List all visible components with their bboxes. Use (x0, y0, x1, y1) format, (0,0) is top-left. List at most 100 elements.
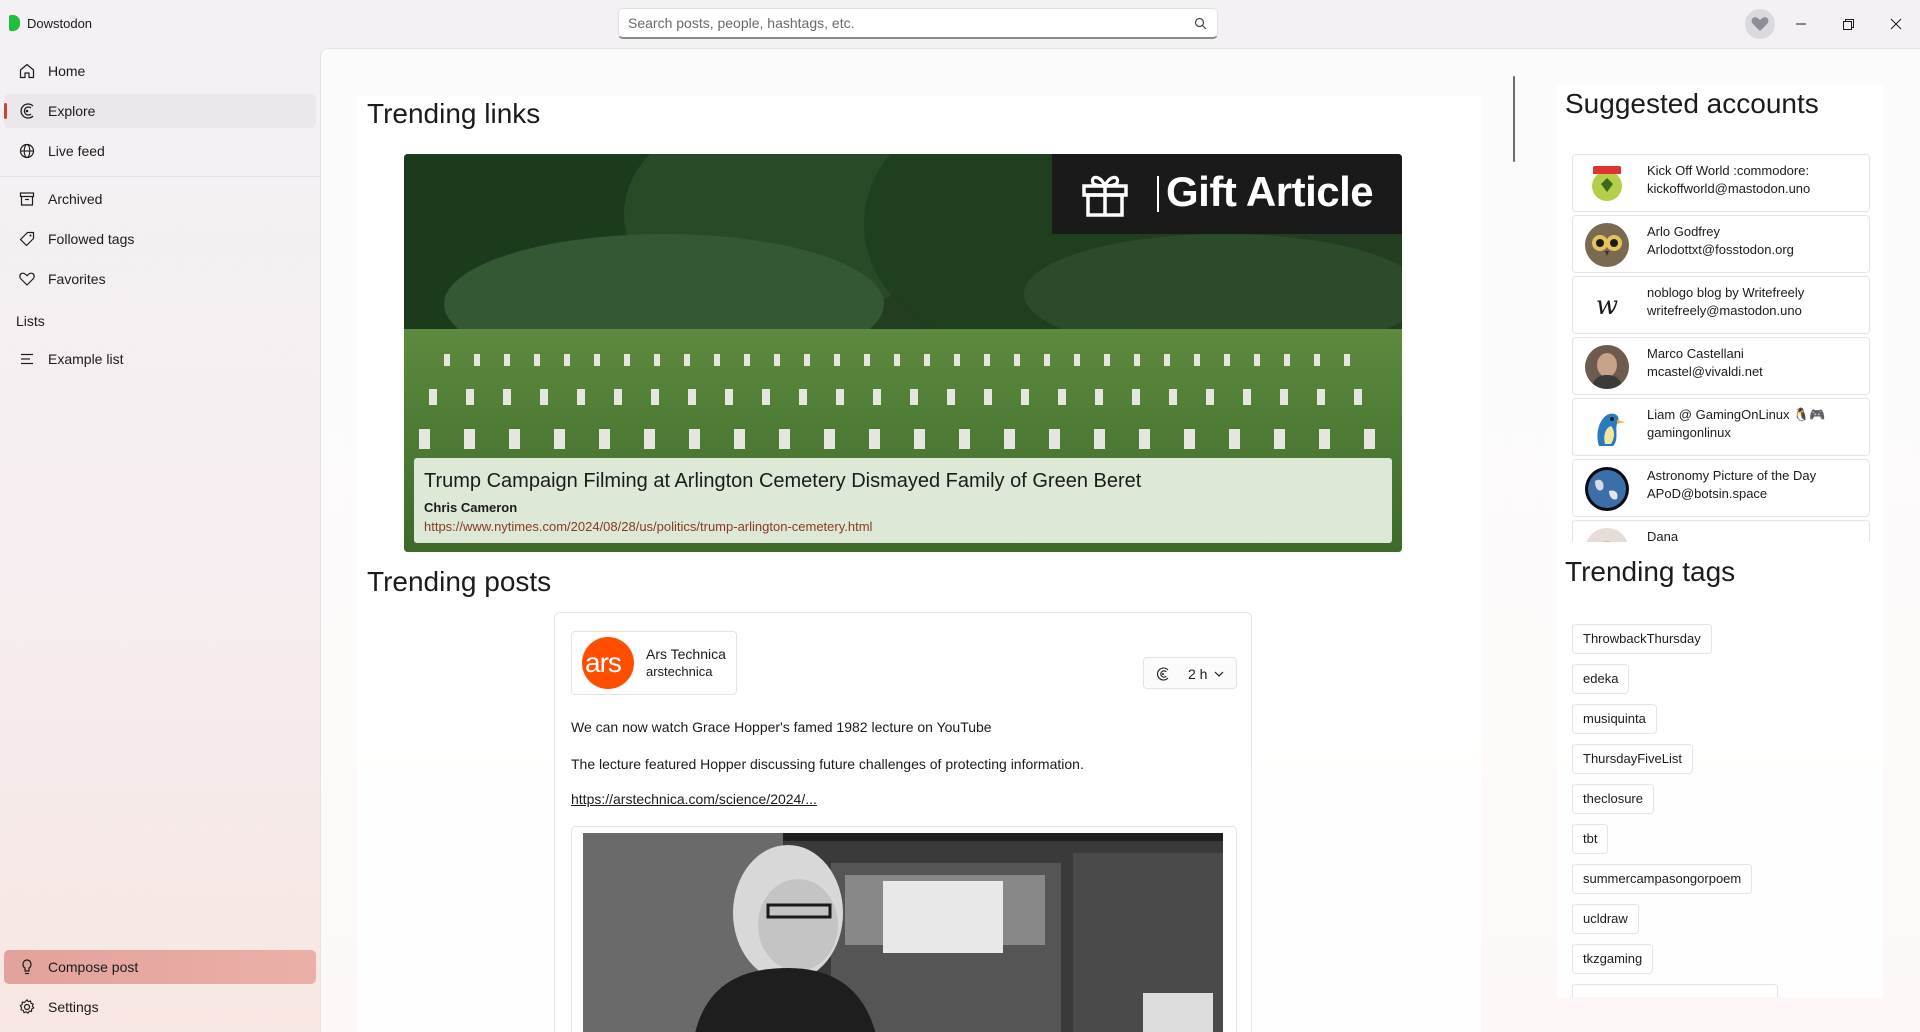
owl-avatar-icon (1585, 223, 1629, 267)
gift-article-banner: Gift Article (1052, 154, 1402, 234)
account-handle: kickoffworld@mastodon.uno (1647, 181, 1811, 196)
sidebar-item-label: Home (48, 63, 86, 79)
settings-label: Settings (48, 999, 99, 1015)
tag-chip[interactable]: ThursdayFiveList (1572, 744, 1693, 774)
tag-chip[interactable]: ThrowbackThursday (1572, 624, 1712, 654)
close-icon[interactable] (1884, 12, 1908, 36)
minimize-icon[interactable] (1789, 12, 1813, 36)
sidebar-divider (0, 176, 320, 177)
link-headline: Trump Campaign Filming at Arlington Ceme… (424, 470, 1142, 492)
avatar (1585, 223, 1629, 267)
sidebar-item-label: Archived (48, 191, 103, 207)
sidebar-item-archived[interactable]: Archived (4, 182, 316, 216)
account-handle: mcastel@vivaldi.net (1647, 364, 1763, 379)
account-handle: Arlodottxt@fosstodon.org (1647, 242, 1794, 257)
post-media[interactable] (571, 826, 1237, 1032)
account-name: Arlo Godfrey (1647, 224, 1720, 239)
search-icon[interactable] (1194, 17, 1207, 30)
tag-chip[interactable]: tkzgaming (1572, 944, 1654, 974)
list-item[interactable]: Kick Off World :commodore: kickoffworld@… (1572, 154, 1870, 212)
search-input[interactable] (628, 15, 1188, 31)
sidebar-item-label: Favorites (48, 271, 106, 287)
trending-posts-title: Trending posts (367, 566, 552, 597)
sidebar-item-example-list[interactable]: Example list (4, 342, 316, 376)
sidebar-item-explore[interactable]: Explore (4, 94, 316, 128)
list-item[interactable]: Arlo Godfrey Arlodottxt@fosstodon.org (1572, 215, 1870, 273)
gift-article-text: Gift Article (1166, 168, 1374, 215)
trending-link-card[interactable]: Gift Article Trump Campaign Filming at A… (404, 154, 1402, 552)
writefreely-avatar-icon: w (1585, 284, 1629, 328)
post-paragraph: We can now watch Grace Hopper's famed 19… (571, 719, 992, 735)
account-handle: writefreely@mastodon.uno (1647, 303, 1802, 318)
avatar (1585, 162, 1629, 206)
sidebar-item-label: Example list (48, 351, 124, 367)
avatar (1585, 528, 1629, 542)
list-item[interactable]: Astronomy Picture of the Day APoD@botsin… (1572, 459, 1870, 517)
tag-chip[interactable]: theclosure (1572, 784, 1654, 814)
tag-chip[interactable]: edeka (1572, 664, 1630, 694)
post-author-name: Ars Technica (646, 646, 726, 662)
sidebar-item-live-feed[interactable]: Live feed (4, 134, 316, 168)
tags-list-clipped-edge (1572, 984, 1872, 997)
explore-icon (20, 103, 34, 119)
tag-chip[interactable]: ucldraw (1572, 904, 1639, 934)
list-item[interactable]: Dana (1572, 520, 1870, 542)
account-name: Dana (1647, 529, 1679, 542)
avatar: w (1585, 284, 1629, 328)
compose-post-label: Compose post (48, 959, 139, 975)
scrollbar-thumb[interactable] (1513, 76, 1515, 162)
heart-icon (19, 272, 35, 286)
account-avatar[interactable] (1745, 9, 1775, 39)
restore-icon[interactable] (1836, 12, 1860, 36)
settings-button[interactable]: Settings (4, 990, 316, 1024)
avatar (1585, 345, 1629, 389)
penguin-avatar-icon (1585, 406, 1629, 450)
account-name: Kick Off World :commodore: (1647, 163, 1810, 178)
post-author-button[interactable]: ars Ars Technica arstechnica (571, 631, 737, 695)
tag-chip-partial[interactable] (1572, 984, 1778, 997)
post-media-image (583, 833, 1223, 1032)
sidebar-item-label: Followed tags (48, 231, 135, 247)
link-info-overlay: Trump Campaign Filming at Arlington Ceme… (414, 458, 1392, 543)
football-avatar-icon (1585, 162, 1629, 206)
explore-icon (1157, 667, 1169, 681)
account-handle: gamingonlinux (1647, 425, 1731, 440)
avatar (1585, 467, 1629, 511)
gift-icon (1082, 175, 1128, 217)
portrait-avatar-icon (1585, 528, 1629, 542)
account-handle: APoD@botsin.space (1647, 486, 1768, 501)
sidebar-item-home[interactable]: Home (4, 54, 316, 88)
post-time: 2 h (1188, 666, 1208, 682)
compose-post-button[interactable]: Compose post (4, 950, 316, 984)
sidebar: Home Explore Live feed Archived Followed (0, 48, 320, 1032)
avatar-text: ars (585, 647, 622, 678)
account-name: noblogo blog by Writefreely (1647, 285, 1805, 300)
app-title: Dowstodon (27, 16, 93, 31)
post-link[interactable]: https://arstechnica.com/science/2024/... (571, 791, 817, 807)
tag-chip[interactable]: tbt (1572, 824, 1609, 854)
list-item[interactable]: Liam @ GamingOnLinux 🐧🎮 gamingonlinux (1572, 398, 1870, 456)
globe-icon (19, 143, 35, 159)
post-visibility-time-button[interactable]: 2 h (1143, 657, 1237, 689)
tag-icon (19, 231, 35, 247)
post-card: ars Ars Technica arstechnica 2 h We can … (554, 612, 1252, 1032)
link-url[interactable]: https://www.nytimes.com/2024/08/28/us/po… (424, 519, 872, 534)
tag-chip[interactable]: summercampasongorpoem (1572, 864, 1753, 894)
title-bar: Dowstodon (0, 0, 1920, 48)
tag-chip[interactable]: musiquinta (1572, 704, 1657, 734)
search-box[interactable] (618, 8, 1218, 39)
sidebar-item-label: Explore (48, 103, 96, 119)
list-item[interactable]: w noblogo blog by Writefreely writefreel… (1572, 276, 1870, 334)
sidebar-item-followed-tags[interactable]: Followed tags (4, 222, 316, 256)
sidebar-item-label: Live feed (48, 143, 105, 159)
list-item[interactable]: Marco Castellani mcastel@vivaldi.net (1572, 337, 1870, 395)
account-name: Astronomy Picture of the Day (1647, 468, 1817, 483)
avatar: ars (582, 637, 634, 689)
portrait-avatar-icon (1585, 345, 1629, 389)
account-name: Liam @ GamingOnLinux 🐧🎮 (1647, 407, 1826, 422)
app-logo-icon (9, 15, 20, 31)
sidebar-item-favorites[interactable]: Favorites (4, 262, 316, 296)
suggested-accounts-title: Suggested accounts (1565, 88, 1819, 119)
archive-icon (19, 192, 35, 206)
chevron-down-icon (1214, 671, 1224, 677)
